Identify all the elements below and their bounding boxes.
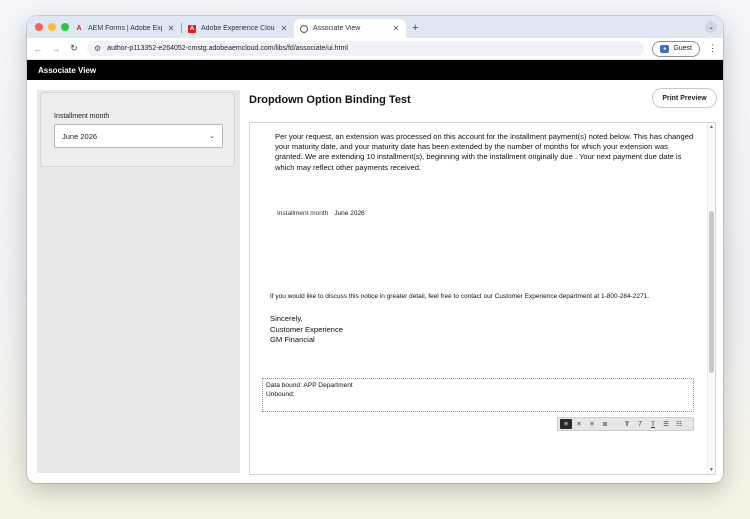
close-window-button[interactable] — [35, 23, 43, 31]
profile-label: Guest — [673, 45, 692, 52]
tab-list: A AEM Forms | Adobe Experience ✕ A Adobe… — [69, 19, 418, 38]
close-icon[interactable]: ✕ — [167, 24, 175, 33]
tab-strip: A AEM Forms | Adobe Experience ✕ A Adobe… — [27, 16, 723, 38]
app-header: Associate View — [27, 60, 723, 80]
adobe-logo-icon: A — [188, 24, 196, 33]
align-right-icon[interactable]: ≡ — [586, 419, 598, 429]
italic-icon[interactable]: T — [634, 419, 646, 429]
guest-avatar-icon: ● — [660, 44, 670, 53]
more-options-icon[interactable]: ⋮ — [708, 43, 717, 54]
maximize-window-button[interactable] — [61, 23, 69, 31]
bullet-list-icon[interactable]: ☰ — [660, 419, 672, 429]
scrollbar-thumb[interactable] — [709, 211, 714, 373]
installment-label: Installment month — [277, 210, 329, 217]
align-center-icon[interactable]: ≡ — [573, 419, 585, 429]
installment-month-dropdown[interactable]: June 2026 ⌄ — [54, 124, 223, 148]
align-justify-icon[interactable]: ≣ — [599, 419, 611, 429]
letter-preview: Per your request, an extension was proce… — [249, 122, 716, 475]
scroll-up-icon[interactable]: ▲ — [709, 124, 714, 130]
field-card: Installment month June 2026 ⌄ — [40, 92, 235, 167]
forward-arrow-icon[interactable]: → — [51, 44, 61, 54]
window-controls — [35, 23, 69, 31]
tab-aem-forms[interactable]: A AEM Forms | Adobe Experience ✕ — [69, 19, 181, 38]
print-preview-button[interactable]: Print Preview — [652, 88, 717, 108]
url-text: author-p113352-e264052-cmstg.adobeaemclo… — [107, 45, 348, 52]
profile-button[interactable]: ● Guest — [652, 40, 700, 57]
installment-row: Installment month June 2026 — [277, 210, 365, 217]
main-content: Installment month June 2026 ⌄ Dropdown O… — [27, 80, 723, 483]
numbered-list-icon[interactable]: ☷ — [673, 419, 685, 429]
tab-label: Adobe Experience Cloud — [201, 25, 275, 32]
tab-label: AEM Forms | Adobe Experience — [88, 25, 162, 32]
contact-text: If you would like to discuss this notice… — [270, 293, 650, 300]
document-title: Dropdown Option Binding Test — [249, 94, 411, 106]
sidebar-panel: Installment month June 2026 ⌄ — [37, 90, 240, 473]
address-bar[interactable]: ⚙ author-p113352-e264052-cmstg.adobeaemc… — [87, 41, 645, 56]
align-left-icon[interactable]: ≡ — [560, 419, 572, 429]
back-arrow-icon[interactable]: ← — [33, 44, 43, 54]
site-settings-icon[interactable]: ⚙ — [94, 44, 101, 53]
minimize-window-button[interactable] — [48, 23, 56, 31]
tab-search-chevron-icon[interactable]: ⌄ — [705, 21, 717, 33]
preview-scrollbar[interactable]: ▲ ▼ — [707, 123, 715, 474]
underline-icon[interactable]: T — [647, 419, 659, 429]
signoff-line: GM Financial — [270, 335, 315, 344]
close-icon[interactable]: ✕ — [280, 24, 288, 33]
dropdown-selected-value: June 2026 — [62, 131, 98, 141]
scroll-down-icon[interactable]: ▼ — [709, 467, 714, 473]
globe-icon — [300, 24, 308, 33]
rich-text-editor[interactable]: Data bound: APP Department Unbound: — [262, 378, 694, 412]
data-bound-text: Data bound: APP Department — [266, 382, 353, 389]
browser-toolbar: ← → ↻ ⚙ author-p113352-e264052-cmstg.ado… — [27, 38, 723, 60]
reload-icon[interactable]: ↻ — [69, 43, 79, 54]
signoff-line: Customer Experience — [270, 324, 344, 334]
chevron-down-icon: ⌄ — [209, 133, 215, 140]
installment-month-label: Installment month — [54, 113, 110, 120]
tab-label: Associate View — [313, 25, 361, 32]
close-icon[interactable]: ✕ — [392, 24, 400, 33]
signoff-block: Sincerely, Customer Experience GM Financ… — [270, 314, 343, 346]
signoff-line: Sincerely, — [270, 314, 303, 323]
unbound-text: Unbound: — [266, 390, 295, 398]
app-title: Associate View — [38, 65, 97, 75]
bold-icon[interactable]: T — [621, 419, 633, 429]
letter-paragraph: Per your request, an extension was proce… — [275, 132, 694, 172]
installment-value: June 2026 — [334, 210, 365, 217]
adobe-logo-icon: A — [76, 25, 82, 32]
tab-adobe-experience-cloud[interactable]: A Adobe Experience Cloud ✕ — [182, 19, 294, 38]
rich-text-toolbar: ≡ ≡ ≡ ≣ T T T ☰ ☷ — [557, 417, 694, 431]
new-tab-button[interactable]: + — [412, 19, 418, 38]
tab-associate-view[interactable]: Associate View ✕ — [294, 19, 406, 38]
browser-window: A AEM Forms | Adobe Experience ✕ A Adobe… — [27, 16, 723, 483]
